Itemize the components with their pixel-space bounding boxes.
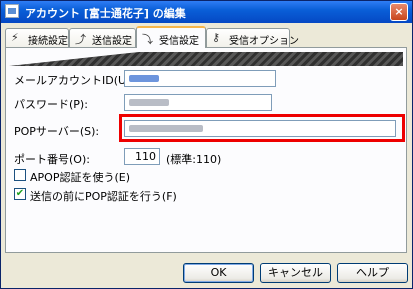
title-bar: アカウント [富士通花子] の編集 × xyxy=(1,1,412,23)
redacted-password xyxy=(129,99,169,106)
tab-label: 受信設定 xyxy=(159,36,199,47)
help-button[interactable]: ヘルプ xyxy=(337,263,408,283)
pop-before-send-label: 送信の前にPOP認証を行う(F) xyxy=(30,190,177,203)
password-label: パスワード(P): xyxy=(14,98,88,111)
port-default-note: (標準:110) xyxy=(166,153,222,166)
tab-label: 受信オプション xyxy=(229,36,299,47)
pop-before-send-checkbox[interactable]: ✔ xyxy=(14,188,26,200)
tab-connection-settings[interactable]: ⚡ 接続設定 xyxy=(5,28,69,47)
mail-account-id-field[interactable] xyxy=(124,70,276,87)
pop-server-highlight xyxy=(119,114,405,142)
mail-account-id-label: メールアカウントID(U): xyxy=(14,74,135,87)
tab-label: 接続設定 xyxy=(28,36,68,47)
password-field[interactable] xyxy=(124,94,272,111)
tab-label: 送信設定 xyxy=(92,36,132,47)
window-title: アカウント [富士通花子] の編集 xyxy=(25,7,186,20)
header-band xyxy=(9,52,403,66)
receive-settings-panel: メールアカウントID(U): パスワード(P): POPサーバー(S): ポート… xyxy=(5,47,407,253)
send-icon: ⤴ xyxy=(75,33,86,46)
pop-server-label: POPサーバー(S): xyxy=(14,125,100,138)
account-edit-dialog: アカウント [富士通花子] の編集 × ⚡ 接続設定 ⤴ 送信設定 ⤵ 受信設定… xyxy=(0,0,413,289)
plug-icon: ⚡ xyxy=(11,31,19,44)
redacted-account-id xyxy=(129,75,159,82)
ok-button[interactable]: OK xyxy=(183,263,254,283)
close-button[interactable]: × xyxy=(390,3,408,21)
apop-checkbox[interactable] xyxy=(14,169,26,181)
apop-label: APOP認証を使う(E) xyxy=(30,171,130,184)
port-field[interactable]: 110 xyxy=(124,148,160,165)
port-value: 110 xyxy=(135,150,156,163)
app-icon xyxy=(5,4,19,18)
tab-send-settings[interactable]: ⤴ 送信設定 xyxy=(69,28,136,47)
tab-receive-options[interactable]: ⚷ 受信オプション xyxy=(206,28,299,47)
cancel-button[interactable]: キャンセル xyxy=(260,263,331,283)
port-label: ポート番号(O): xyxy=(14,153,90,166)
receive-icon: ⤵ xyxy=(142,33,153,46)
tab-receive-settings[interactable]: ⤵ 受信設定 xyxy=(136,26,206,48)
key-icon: ⚷ xyxy=(212,31,221,44)
